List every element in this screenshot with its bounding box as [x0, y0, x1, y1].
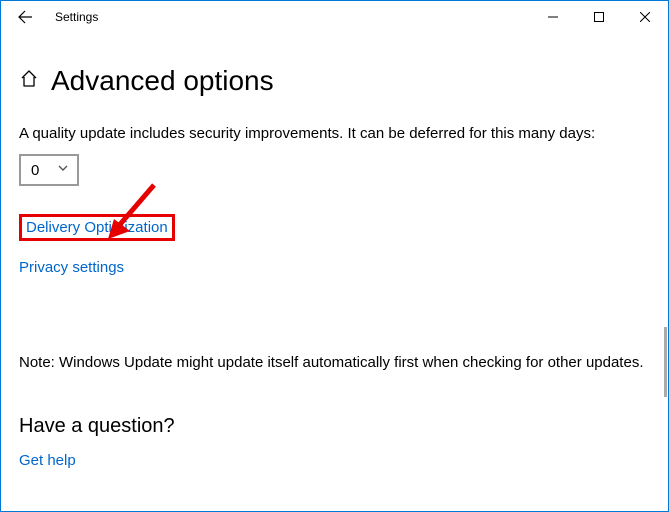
back-arrow-icon	[17, 9, 33, 25]
delivery-optimization-link[interactable]: Delivery Optimization	[19, 214, 175, 241]
page-header: Advanced options	[19, 65, 650, 97]
get-help-link[interactable]: Get help	[19, 452, 76, 469]
privacy-settings-link[interactable]: Privacy settings	[19, 259, 124, 276]
content-area: Advanced options A quality update includ…	[1, 33, 668, 487]
update-note: Note: Windows Update might update itself…	[19, 354, 650, 371]
minimize-button[interactable]	[530, 1, 576, 33]
scrollbar[interactable]	[664, 327, 667, 397]
window-title: Settings	[55, 10, 98, 24]
minimize-icon	[548, 12, 558, 22]
window-controls	[530, 1, 668, 33]
quality-update-description: A quality update includes security impro…	[19, 125, 650, 142]
defer-days-value: 0	[31, 162, 39, 179]
titlebar: Settings	[1, 1, 668, 33]
page-title: Advanced options	[51, 65, 274, 97]
maximize-icon	[594, 12, 604, 22]
home-icon[interactable]	[19, 69, 39, 94]
chevron-down-icon	[57, 161, 69, 179]
defer-days-select[interactable]: 0	[19, 154, 79, 186]
back-button[interactable]	[13, 5, 37, 29]
maximize-button[interactable]	[576, 1, 622, 33]
close-icon	[640, 12, 650, 22]
have-a-question-heading: Have a question?	[19, 415, 650, 438]
close-button[interactable]	[622, 1, 668, 33]
